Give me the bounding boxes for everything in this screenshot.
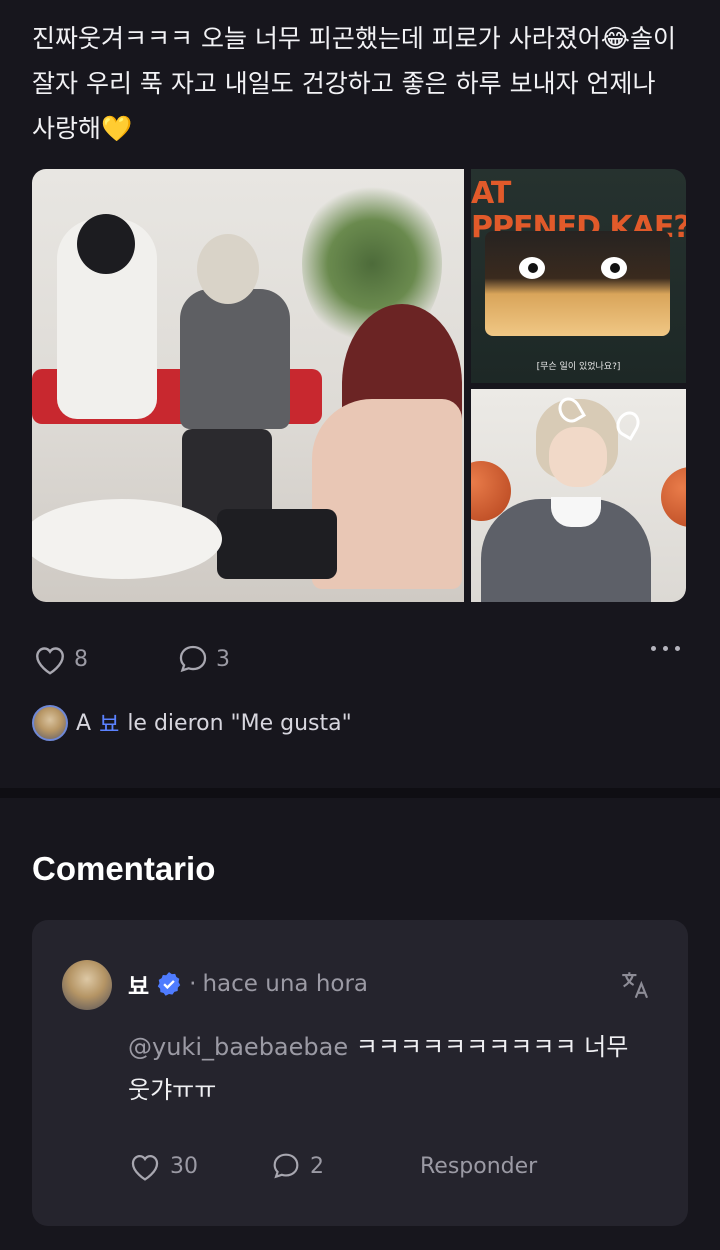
comments-title: Comentario xyxy=(32,850,216,887)
translate-icon[interactable] xyxy=(618,968,652,1002)
comment-like-button[interactable]: 30 xyxy=(128,1150,270,1182)
dot-icon xyxy=(675,646,680,651)
comment-mention[interactable]: @yuki_baebaebae xyxy=(128,1033,348,1061)
liker-name[interactable]: 뵤 xyxy=(99,707,119,739)
photo-caption: [무슨 일이 있었나요?] xyxy=(536,362,621,372)
post-actions: 8 3 xyxy=(32,636,684,682)
verified-badge-icon xyxy=(157,972,181,996)
eye-shape xyxy=(519,257,545,279)
comment-header: 뵤 · hace una hora xyxy=(128,966,368,1002)
comment-icon xyxy=(179,645,207,673)
liked-by-row[interactable]: A 뵤 le dieron "Me gusta" xyxy=(32,704,352,742)
comment-time: hace una hora xyxy=(202,971,369,997)
comment-icon xyxy=(273,1153,299,1179)
eye-shape xyxy=(601,257,627,279)
comment-card: 뵤 · hace una hora @yuki_baebaebae ㅋㅋㅋㅋㅋㅋ… xyxy=(32,920,688,1226)
person-shape xyxy=(180,289,290,429)
comment-reply-count: 2 xyxy=(310,1153,324,1179)
reply-button[interactable]: Responder xyxy=(420,1154,537,1179)
like-button[interactable]: 8 xyxy=(32,636,88,682)
photo-bottom-right[interactable] xyxy=(471,389,686,602)
person-head-shape xyxy=(197,234,259,304)
comment-like-count: 30 xyxy=(170,1153,198,1179)
comment-separator: · xyxy=(189,971,197,997)
person-head-shape xyxy=(77,214,135,274)
toast-shape xyxy=(485,231,670,336)
like-count: 8 xyxy=(74,646,88,672)
liked-by-suffix: le dieron "Me gusta" xyxy=(127,710,352,736)
media-grid[interactable]: AT PPENED KAE? [무슨 일이 있었나요?] xyxy=(32,169,686,602)
more-options-button[interactable] xyxy=(651,646,680,651)
face-shape xyxy=(549,427,607,487)
comment-reply-count-button[interactable]: 2 xyxy=(270,1150,420,1182)
boots-shape xyxy=(217,509,337,579)
liked-by-prefix: A xyxy=(76,710,92,736)
post-text: 진짜웃겨ㅋㅋㅋ 오늘 너무 피곤했는데 피로가 사라졌어😂솔이 잘자 우리 푹 … xyxy=(32,24,684,143)
dot-icon xyxy=(663,646,668,651)
comment-username[interactable]: 뵤 xyxy=(128,967,149,1001)
heart-icon xyxy=(131,1154,159,1181)
section-divider xyxy=(0,788,720,798)
table-shape xyxy=(32,499,222,579)
avatar[interactable] xyxy=(62,960,112,1010)
photo-top-right[interactable]: AT PPENED KAE? [무슨 일이 있었나요?] xyxy=(471,169,686,383)
photo-main[interactable] xyxy=(32,169,464,602)
comment-button[interactable]: 3 xyxy=(176,636,230,682)
avatar xyxy=(32,705,68,741)
comment-body: @yuki_baebaebae ㅋㅋㅋㅋㅋㅋㅋㅋㅋㅋ 너무 웃갸ㅠㅠ xyxy=(128,1026,648,1112)
ball-shape xyxy=(661,467,686,527)
comment-actions: 30 2 Responder xyxy=(128,1146,537,1186)
heart-icon xyxy=(36,647,64,675)
collar-shape xyxy=(551,497,601,527)
dot-icon xyxy=(651,646,656,651)
comment-count: 3 xyxy=(216,646,230,672)
